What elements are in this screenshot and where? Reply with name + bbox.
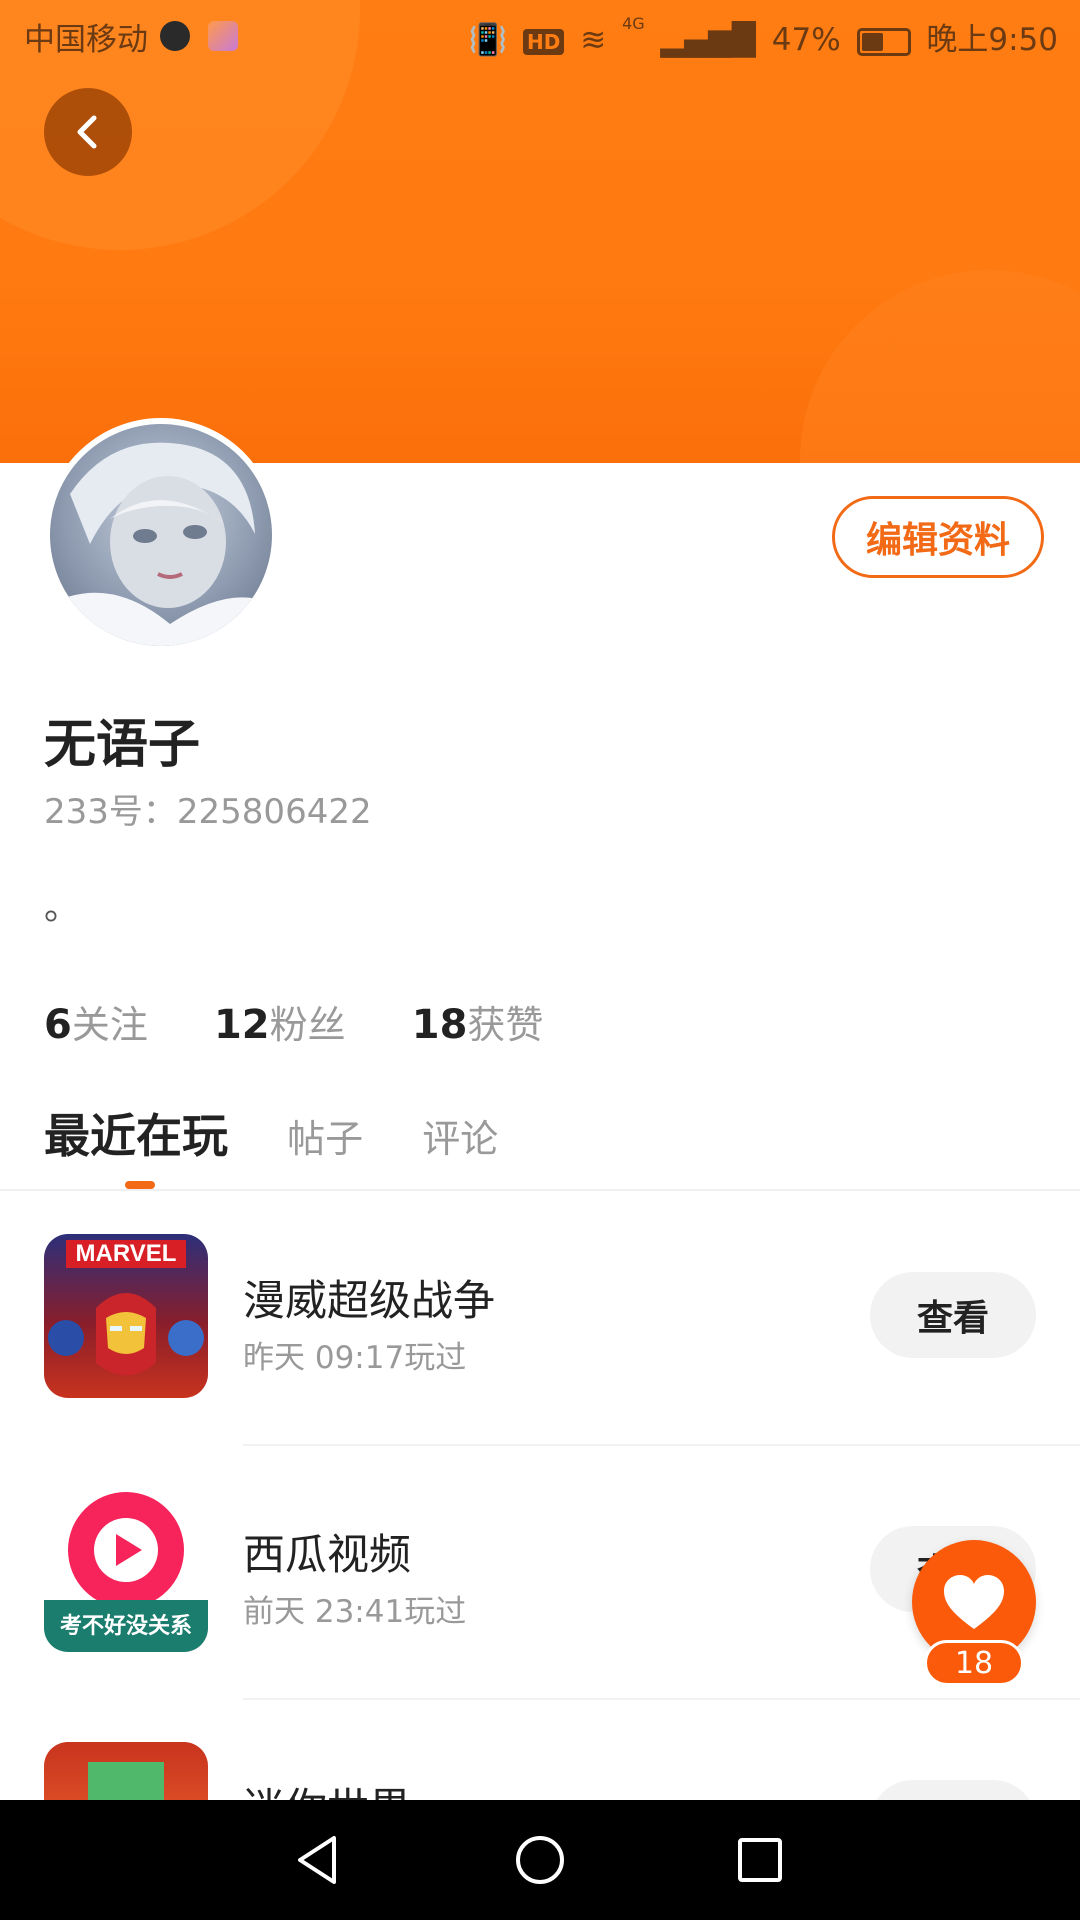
tab-recent-games[interactable]: 最近在玩 <box>44 1100 228 1166</box>
hd-badge: HD <box>523 28 565 55</box>
status-right: 📳 HD ≋ 4G ▂▄▆█ 47% 晚上9:50 <box>463 14 1058 59</box>
notification-icons <box>160 16 246 52</box>
stat-value: 6 <box>44 1002 72 1048</box>
stat-following[interactable]: 6关注 <box>44 1002 148 1048</box>
home-circle-icon[interactable] <box>510 1830 570 1890</box>
battery-icon <box>856 27 911 56</box>
back-button[interactable] <box>44 88 132 176</box>
marvel-game-icon: MARVEL <box>44 1234 208 1398</box>
mini-world-icon <box>44 1742 208 1800</box>
vibrate-icon: 📳 <box>468 22 508 58</box>
house-icon <box>88 1762 164 1800</box>
stats-row: 6关注 12粉丝 18获赞 <box>44 994 597 1049</box>
network-type: 4G <box>622 14 645 33</box>
stat-value: 18 <box>411 1002 468 1048</box>
stat-value: 12 <box>213 1002 270 1048</box>
signal-icon: ▂▄▆█ <box>660 22 756 58</box>
game-last-played: 前天 23:41玩过 <box>243 1594 467 1630</box>
active-tab-indicator <box>125 1181 155 1189</box>
user-bio: 。 <box>44 887 81 928</box>
clock: 晚上9:50 <box>926 22 1058 58</box>
game-title: 迷你世界 <box>243 1775 411 1800</box>
icon-slogan: 考不好没关系 <box>59 1614 192 1639</box>
tab-posts[interactable]: 帖子 <box>287 1108 363 1163</box>
app-notification-icon <box>207 20 238 51</box>
stat-label: 获赞 <box>467 1003 544 1047</box>
carrier-label: 中国移动 <box>24 22 148 58</box>
ironman-icon <box>48 1293 204 1376</box>
tab-comments[interactable]: 评论 <box>422 1108 498 1163</box>
game-title: 西瓜视频 <box>243 1530 412 1579</box>
icon-brand-text: MARVEL <box>66 1240 186 1268</box>
stat-label: 粉丝 <box>269 1003 346 1047</box>
xigua-video-icon: 考不好没关系 <box>44 1488 208 1652</box>
heart-icon <box>944 1575 1004 1629</box>
edit-profile-button[interactable]: 编辑资料 <box>832 496 1044 578</box>
list-item[interactable]: MARVEL 漫威超级战争 昨天 09:17玩过 查看 <box>0 1192 1080 1446</box>
status-bar: 中国移动 📳 HD ≋ 4G ▂▄▆█ 47% 晚上9:50 <box>0 0 1080 68</box>
user-id-label: 233号： <box>44 792 177 832</box>
user-id-value: 225806422 <box>176 792 372 832</box>
tab-bar: 最近在玩 帖子 评论 <box>44 1100 552 1166</box>
game-title: 漫威超级战争 <box>243 1276 496 1325</box>
avatar[interactable] <box>50 424 272 646</box>
stat-likes[interactable]: 18获赞 <box>411 1002 544 1048</box>
battery-percent: 47% <box>771 22 841 58</box>
divider <box>0 1189 1080 1191</box>
recents-square-icon[interactable] <box>730 1830 790 1890</box>
recent-games-list: MARVEL 漫威超级战争 昨天 09:17玩过 查看 考不好没关系 西瓜视频 … <box>0 1192 1080 1800</box>
profile-banner: 中国移动 📳 HD ≋ 4G ▂▄▆█ 47% 晚上9:50 <box>0 0 1080 463</box>
user-id: 233号：225806422 <box>44 784 372 833</box>
like-count-badge: 18 <box>924 1640 1024 1686</box>
avatar-illustration <box>50 442 272 646</box>
system-nav-bar <box>0 1800 1080 1920</box>
back-triangle-icon[interactable] <box>290 1830 350 1890</box>
banner-decoration <box>800 270 1080 463</box>
stat-label: 关注 <box>71 1003 148 1047</box>
view-button[interactable]: 查看 <box>870 1780 1036 1800</box>
wifi-icon: ≋ <box>580 22 607 58</box>
view-button[interactable]: 查看 <box>870 1272 1036 1358</box>
stat-followers[interactable]: 12粉丝 <box>213 1002 346 1048</box>
game-last-played: 昨天 09:17玩过 <box>243 1340 467 1376</box>
chevron-left-icon <box>77 115 97 149</box>
list-item[interactable]: 迷你世界 查看 <box>0 1700 1080 1800</box>
tiktok-icon <box>160 20 190 51</box>
username: 无语子 <box>44 715 201 775</box>
